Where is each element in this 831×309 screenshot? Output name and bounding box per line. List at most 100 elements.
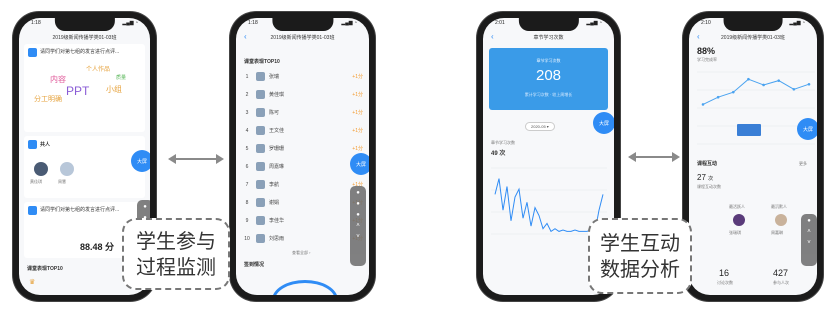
score-delta: +1分	[352, 146, 363, 152]
summary-banner: 章节学习次数 208 累计学习次数 · 较上周增长	[489, 48, 608, 110]
composite-figure: 1:18 ▂▄▆ ◔ 2019级新闻传播学类01-03班 请同学们对第七组的发言…	[0, 0, 831, 309]
rank-number: 5	[245, 145, 249, 152]
bulb-icon[interactable]: ●	[143, 204, 147, 210]
signal-icon: ▂▄▆ ◔	[789, 20, 805, 26]
participant-count: 427	[773, 268, 789, 278]
callout-line: 学生互动	[600, 231, 680, 255]
signal-icon: ▂▄▆ ◔	[586, 20, 602, 26]
word-cloud: 个人作品 内容 PPT 小组 分工明确 质量	[24, 62, 145, 122]
course-title[interactable]: 2019级新闻传播学类01-03班	[689, 34, 817, 41]
tooltip-box	[737, 124, 761, 136]
ranking-row[interactable]: 9李佳华+1分	[242, 214, 363, 227]
activity-icon	[28, 140, 37, 149]
most-active-label: 最活跃人	[729, 204, 745, 209]
ranking-row[interactable]: 1 张瑞 +1分	[242, 70, 363, 83]
ranking-row[interactable]: 7 李航 +1分	[242, 178, 363, 191]
chevron-down-icon[interactable]: ˅	[807, 240, 811, 246]
count-label: 课程互动次数	[697, 184, 721, 189]
quiz-text: 请同学们对第七组的发言进行点评...	[40, 207, 120, 213]
phone-screen: 2:10 ▂▄▆ ◔ ‹ 2019级新闻传播学类01-03班 88% 学习完成率…	[689, 18, 817, 295]
student-name: 周嘉琳	[269, 164, 285, 170]
data-point	[762, 83, 765, 87]
callout-interaction: 学生互动 数据分析	[588, 218, 692, 294]
avatar	[256, 180, 265, 189]
big-screen-button[interactable]: 大屏	[131, 150, 150, 172]
word-cloud-term: 小组	[106, 85, 122, 94]
rank-number: 9	[245, 217, 249, 224]
avatar	[775, 214, 787, 226]
bulb-icon[interactable]: ●	[356, 190, 360, 196]
callout-participation: 学生参与 过程监测	[122, 218, 230, 290]
avatar	[60, 162, 74, 176]
course-title[interactable]: 2019级新闻传播学类01-03班	[19, 34, 150, 41]
signal-icon: ▂▄▆ ◔	[341, 20, 357, 26]
data-point	[747, 77, 750, 81]
callout-line: 过程监测	[136, 255, 216, 279]
discussion-card[interactable]: 请同学们对第七组的发言进行点评... 个人作品 内容 PPT 小组 分工明确 质量	[24, 44, 145, 132]
score-delta: +1分	[352, 128, 363, 134]
participant-label: 参与人次	[773, 280, 789, 285]
student-name: 陈可	[269, 110, 280, 116]
rank-number: 7	[245, 181, 249, 188]
word-cloud-term: PPT	[66, 84, 90, 98]
series-line	[702, 78, 810, 105]
chevron-up-icon[interactable]: ˄	[807, 229, 811, 235]
data-point	[731, 90, 735, 94]
activity-title: 共人	[40, 142, 51, 148]
score-value: 88.48 分	[80, 242, 115, 252]
big-screen-button[interactable]: 大屏	[797, 118, 817, 140]
data-point	[701, 103, 705, 106]
chart-value: 49 次	[491, 151, 506, 157]
ranking-row[interactable]: 8谢娟+1分	[242, 196, 363, 209]
ranking-row[interactable]: 5 罗珊珊 +1分	[242, 142, 363, 155]
rank-number: 1	[245, 73, 249, 80]
status-time: 2:01	[495, 20, 505, 26]
page-title: 章节学习次数	[533, 35, 564, 41]
rank-number: 3	[245, 109, 249, 116]
bulb-icon[interactable]: ●	[807, 218, 811, 224]
phone-notch	[723, 18, 783, 31]
floating-toolbar[interactable]: ● ˄ ˅	[801, 214, 817, 266]
avatar	[34, 162, 48, 176]
chevron-up-icon[interactable]: ˄	[356, 223, 360, 229]
ranking-row[interactable]: 4 王文佳 +1分	[242, 124, 363, 137]
discussion-text: 请同学们对第七组的发言进行点评...	[40, 49, 120, 55]
avatar	[256, 72, 265, 81]
callout-line: 学生参与	[136, 229, 216, 253]
callout-line: 数据分析	[600, 257, 680, 281]
floating-toolbar[interactable]: ● ● ● ˄ ˅	[350, 186, 366, 266]
status-time: 2:10	[701, 20, 711, 26]
interaction-count: 27 次	[697, 173, 713, 182]
phone-notch	[518, 18, 579, 31]
quiz-icon	[28, 206, 37, 215]
date-select[interactable]: 2020-05 ▾	[525, 122, 555, 131]
ranking-row[interactable]: 10刘思雨+1分	[242, 232, 363, 245]
student-name: 王文佳	[269, 128, 285, 134]
status-time: 1:18	[31, 20, 41, 26]
trophy-icon: ♛	[29, 279, 36, 286]
course-title[interactable]: 2019级新闻传播学类01-03班	[236, 34, 369, 41]
big-screen-button[interactable]: 大屏	[350, 153, 369, 175]
more-link[interactable]: 更多	[799, 161, 807, 167]
completion-label: 学习完成率	[697, 57, 717, 62]
bulb-icon[interactable]: ●	[356, 212, 360, 218]
banner-value: 208	[535, 67, 562, 84]
avatar	[256, 162, 265, 171]
phone-notch	[54, 18, 115, 31]
rank-number: 4	[245, 127, 249, 134]
big-screen-button[interactable]: 大屏	[593, 112, 614, 134]
ranking-row[interactable]: 3 陈可 +1分	[242, 106, 363, 119]
count-unit: 次	[708, 176, 714, 182]
ranking-row[interactable]: 6周嘉琳+1分	[242, 160, 363, 173]
bulb-icon[interactable]: ●	[356, 201, 360, 207]
banner-label: 章节学习次数	[536, 58, 561, 63]
series-line	[494, 178, 604, 233]
discussion-icon	[28, 48, 37, 57]
signal-icon: ▂▄▆ ◔	[122, 20, 138, 26]
discussion-count: 16	[719, 268, 730, 278]
view-all-link[interactable]: 查看全部 ›	[292, 250, 310, 256]
ranking-row[interactable]: 2 黄佳琪 +1分	[242, 88, 363, 101]
double-arrow-icon	[168, 154, 224, 164]
activity-card[interactable]: 共人 黄佳琪 周慧	[24, 136, 145, 198]
chevron-down-icon[interactable]: ˅	[356, 234, 360, 240]
